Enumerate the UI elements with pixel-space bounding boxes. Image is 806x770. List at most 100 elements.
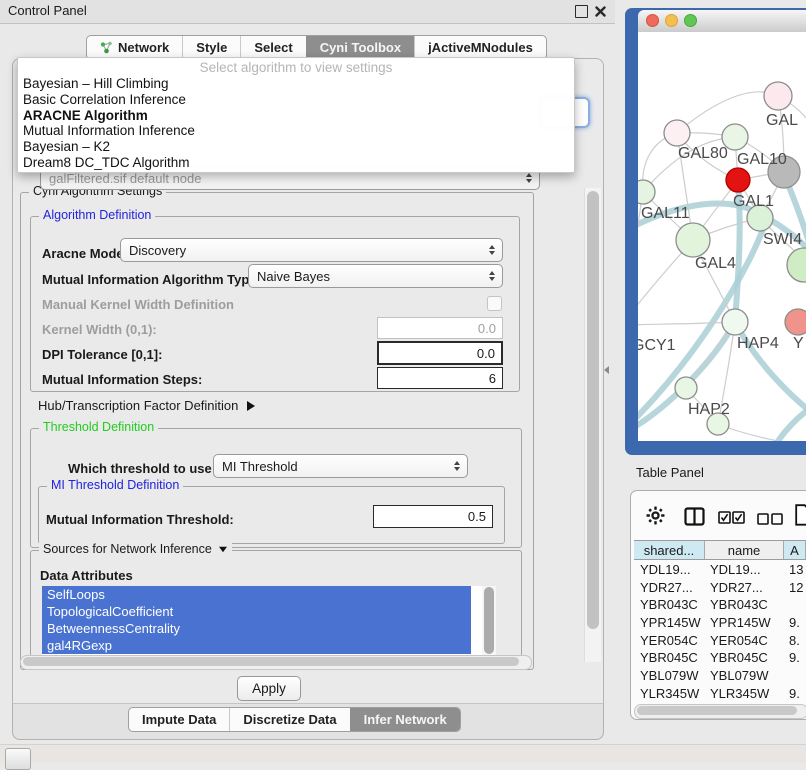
data-attributes-label: Data Attributes (40, 568, 133, 583)
columns-icon[interactable] (684, 507, 705, 531)
select-all-icon[interactable] (718, 511, 745, 529)
dpi-tolerance-field[interactable]: 0.0 (377, 341, 503, 365)
tab-style[interactable]: Style (182, 36, 240, 59)
attribute-list-item[interactable]: BetweennessCentrality (42, 620, 471, 637)
table-cell: 9. (789, 614, 806, 632)
table-cell: YLR345W (640, 685, 702, 703)
tab-network[interactable]: Network (87, 36, 182, 59)
aracne-mode-combobox[interactable]: Discovery (120, 238, 503, 262)
table-row[interactable]: YPR145WYPR145W9. (634, 614, 806, 632)
settings-hscrollbar[interactable] (20, 655, 532, 670)
tab-select[interactable]: Select (240, 36, 305, 59)
manual-kernel-width-label: Manual Kernel Width Definition (42, 297, 234, 312)
network-node[interactable] (787, 248, 806, 282)
tab-discretize-data[interactable]: Discretize Data (229, 708, 349, 731)
node-label: Y (793, 335, 804, 352)
table-row[interactable]: YDL19...YDL19...13 (634, 561, 806, 579)
tab-impute-data[interactable]: Impute Data (129, 708, 229, 731)
table-cell: 12 (789, 579, 806, 597)
deselect-all-icon[interactable] (757, 512, 784, 530)
node-label: GAL11 (641, 205, 690, 222)
data-attributes-list[interactable]: SelfLoopsTopologicalCoefficientBetweenne… (42, 586, 496, 656)
close-icon[interactable] (595, 4, 606, 22)
status-strip (0, 744, 806, 763)
table-row[interactable]: YBL079WYBL079W (634, 667, 806, 685)
algorithm-menu-item[interactable]: Basic Correlation Inference (18, 92, 574, 108)
tab-infer-network[interactable]: Infer Network (350, 708, 460, 731)
algorithm-placeholder: Select algorithm to view settings (18, 58, 574, 76)
node-label: GAL1 (733, 193, 774, 210)
tab-label: Select (254, 40, 292, 55)
algorithm-menu-item[interactable]: Dream8 DC_TDC Algorithm (18, 155, 574, 171)
table-row[interactable]: YER054CYER054C8. (634, 632, 806, 650)
node-label: GAL (766, 112, 798, 129)
table-row[interactable]: YBR043CYBR043C (634, 596, 806, 614)
float-window-icon[interactable] (575, 5, 588, 18)
algorithm-menu-item[interactable]: Mutual Information Inference (18, 123, 574, 139)
table-row[interactable]: YBR045CYBR045C9. (634, 649, 806, 667)
panel-grip-button[interactable] (5, 748, 31, 770)
manual-kernel-width-checkbox[interactable] (487, 296, 502, 311)
tab-label: Cyni Toolbox (320, 40, 401, 55)
close-traffic-light-icon[interactable] (646, 14, 659, 27)
node-label: GAL80 (678, 145, 728, 162)
network-view-canvas[interactable]: GALGAL80GAL10GAL1GAL11SWI4GAL4GCY1HAP4YH… (638, 32, 806, 441)
attribute-list-item[interactable]: gal4RGexp (42, 637, 471, 654)
attribute-list-item[interactable]: SelfLoops (42, 586, 471, 603)
hub-definition-expander[interactable]: Hub/Transcription Factor Definition (38, 398, 255, 413)
table-cell: YBL079W (640, 667, 702, 685)
network-node[interactable] (764, 82, 792, 110)
mi-steps-label: Mutual Information Steps: (42, 372, 202, 387)
combo-stepper-icon (521, 173, 537, 183)
table-cell: 9. (789, 649, 806, 667)
sources-legend-label: Sources for Network Inference (43, 542, 212, 556)
which-threshold-combobox[interactable]: MI Threshold (213, 454, 468, 478)
sources-legend[interactable]: Sources for Network Inference (39, 542, 232, 556)
table-row[interactable]: YLR345WYLR345W9. (634, 685, 806, 703)
cyni-bottom-tabs: Impute DataDiscretize DataInfer Network (128, 707, 461, 732)
network-node[interactable] (675, 377, 697, 399)
table-column-header[interactable]: A (784, 540, 806, 560)
tab-label: jActiveMNodules (428, 40, 533, 55)
network-node[interactable] (638, 180, 655, 204)
network-window-titlebar[interactable] (638, 10, 806, 33)
network-node[interactable] (664, 120, 690, 146)
gear-icon[interactable] (646, 506, 665, 530)
network-edge (638, 322, 735, 325)
attribute-list-item[interactable]: TopologicalCoefficient (42, 603, 471, 620)
mi-steps-field[interactable]: 6 (377, 367, 503, 389)
table-column-header[interactable]: name (705, 540, 784, 560)
function-builder-icon[interactable] (795, 504, 806, 531)
network-node[interactable] (785, 309, 806, 335)
algorithm-dropdown-popup: Select algorithm to view settings Bayesi… (17, 57, 575, 173)
attributes-scrollbar[interactable] (482, 586, 496, 656)
tab-jactivemnodules[interactable]: jActiveMNodules (414, 36, 546, 59)
mi-algorithm-type-combobox[interactable]: Naive Bayes (248, 264, 503, 288)
settings-vscrollbar[interactable] (584, 188, 601, 662)
network-node[interactable] (726, 168, 750, 192)
apply-button[interactable]: Apply (237, 676, 301, 701)
algorithm-menu-item[interactable]: Bayesian – Hill Climbing (18, 76, 574, 92)
expand-right-icon (247, 401, 255, 411)
table-cell: 8. (789, 632, 806, 650)
algorithm-menu-item[interactable]: ARACNE Algorithm (18, 108, 574, 124)
minimize-traffic-light-icon[interactable] (665, 14, 678, 27)
algorithm-menu-item[interactable]: Bayesian – K2 (18, 139, 574, 155)
zoom-traffic-light-icon[interactable] (684, 14, 697, 27)
node-label: SWI4 (763, 231, 802, 248)
node-table: YDL19...YDL19...13YDR27...YDR27...12YBR0… (634, 561, 806, 704)
table-hscrollbar[interactable] (634, 704, 806, 719)
control-panel-titlebar: Control Panel (0, 0, 615, 24)
network-node[interactable] (676, 223, 710, 257)
table-row[interactable]: YDR27...YDR27...12 (634, 579, 806, 597)
mi-threshold-field[interactable]: 0.5 (373, 505, 493, 528)
table-column-header[interactable]: shared... (634, 540, 705, 560)
node-label: HAP2 (688, 401, 730, 418)
mi-threshold-label: Mutual Information Threshold: (46, 512, 234, 527)
node-label: GCY1 (638, 337, 676, 354)
network-node[interactable] (722, 309, 748, 335)
combo-stepper-icon (449, 461, 465, 471)
tab-cyni-toolbox[interactable]: Cyni Toolbox (306, 36, 414, 59)
kernel-width-field[interactable]: 0.0 (377, 317, 503, 339)
panel-collapse-icon[interactable] (604, 366, 609, 374)
